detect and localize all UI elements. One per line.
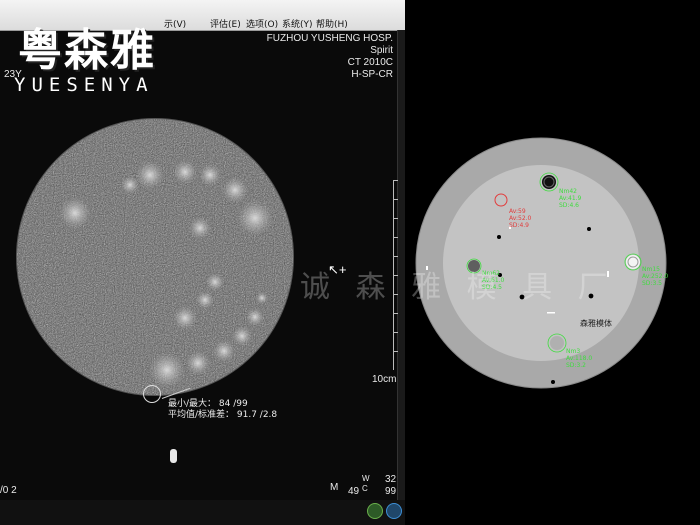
image-index: /0 2: [0, 485, 17, 496]
phantom-render: Nm62 Av:61.0 SD:4.5 Nm15 Av:252.0 SD:3.5 Nm4…: [409, 0, 700, 525]
phantom-name-label: 森雅模体: [580, 319, 612, 328]
phantom-diagram: [415, 137, 667, 389]
hospital-name: FUZHOU YUSHENG HOSP.: [266, 33, 393, 44]
ct-viewer-screen: 示(V) 评估(E) 选项(O) 系统(Y) 帮助(H) 粤森雅 YUESENY…: [0, 0, 405, 525]
crosshair-cursor-icon: ↖+: [328, 262, 347, 277]
window-mode: M: [330, 482, 339, 493]
status-bar: [0, 500, 405, 525]
window-w-label: W: [362, 474, 370, 483]
roi-circle[interactable]: [143, 385, 161, 403]
window-center-value: 99: [385, 486, 397, 497]
header-info: FUZHOU YUSHENG HOSP. Spirit CT 2010C H-S…: [267, 33, 393, 81]
scale-ruler: [393, 180, 398, 370]
menu-evaluate[interactable]: 评估(E): [210, 17, 241, 30]
brand-logo-english: YUESENYA: [14, 74, 154, 96]
window-c-label: C: [362, 484, 368, 493]
menu-help[interactable]: 帮助(H): [316, 17, 348, 30]
window-width-value: 32: [385, 474, 397, 485]
scanner-model: Spirit: [370, 45, 393, 56]
menu-system[interactable]: 系统(Y): [282, 17, 313, 30]
series-id: H-SP-CR: [351, 69, 393, 80]
brand-logo-chinese: 粤森雅: [18, 25, 156, 76]
menu-options[interactable]: 选项(O): [246, 17, 278, 30]
scale-label: 10cm: [372, 374, 397, 385]
roi-label-green-top: Nm42 Av:41.9 SD:4.6: [559, 188, 582, 209]
slider-handle-icon[interactable]: [170, 449, 177, 463]
window-center: 49: [348, 486, 360, 497]
menu-view[interactable]: 示(V): [164, 17, 186, 30]
study-id: CT 2010C: [347, 57, 393, 68]
viewer-scrollbar[interactable]: [397, 30, 405, 500]
status-green-icon[interactable]: [367, 503, 383, 519]
roi-label-green-right: Nm15 Av:252.0 SD:3.5: [642, 266, 669, 287]
patient-age: 23Y: [4, 69, 22, 80]
roi-label-green-left: Nm62 Av:61.0 SD:4.5: [482, 270, 505, 291]
roi-label-green-bottom: Nm3 Av:118.0 SD:3.2: [566, 348, 593, 369]
roi-mean-sd: 平均值/标准差： 91.7 /2.8: [168, 410, 278, 420]
status-blue-icon[interactable]: [386, 503, 402, 519]
roi-label-red: Av:59 Av:52.0 SD:4.9: [509, 208, 532, 229]
